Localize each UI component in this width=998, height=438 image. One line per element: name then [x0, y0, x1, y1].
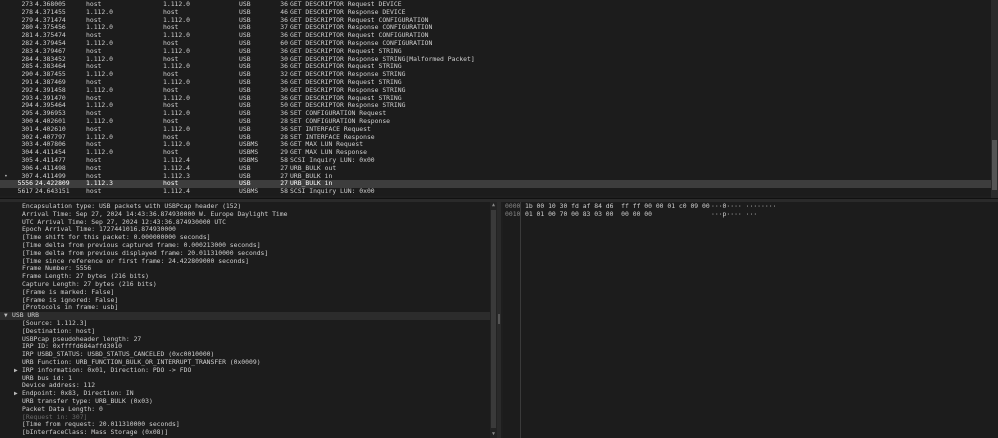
packet-row[interactable]: 305 4.411477 host 1.112.4 USBMS 58 SCSI Inquir… — [0, 156, 991, 165]
packet-row[interactable]: 281 4.375474 host 1.112.0 USB 36 GET DESCRIPTO… — [0, 31, 991, 40]
packet-row[interactable]: 278 4.371455 1.112.0 host USB 46 GET DESCRIPTO… — [0, 8, 991, 17]
packet-details-scrollbar-thumb[interactable] — [491, 210, 496, 428]
packet-row[interactable]: 282 4.379454 1.112.0 host USB 60 GET DESCRIPTO… — [0, 39, 991, 48]
scroll-up-icon[interactable]: ▲ — [490, 202, 497, 209]
expand-arrow-icon[interactable]: ▶ — [14, 367, 18, 375]
packet-destination: 1.112.4 — [163, 187, 190, 196]
packet-details-tree[interactable]: Encapsulation type: USB packets with USB… — [0, 202, 490, 438]
packet-row[interactable]: 5617 24.643151 host 1.112.4 USBMS 58 SCSI Inqu… — [0, 187, 991, 196]
packet-row[interactable]: 300 4.402601 1.112.0 host USB 28 SET CONFIGURA… — [0, 117, 991, 126]
packet-length: 58 — [280, 187, 288, 196]
tree-field[interactable]: ▶ IRP information: 0x01, Direction: PDO -… — [0, 366, 490, 375]
packet-list-scrollbar-thumb[interactable] — [992, 140, 997, 190]
packet-row[interactable]: 293 4.391470 host 1.112.0 USB 36 GET DESCRIPTO… — [0, 94, 991, 103]
packet-protocol: USBMS — [239, 187, 259, 196]
packet-row-selected[interactable]: 5556 24.422809 1.112.3 host USB 27 URB_BULK in — [0, 180, 991, 189]
expand-arrow-icon[interactable]: ▶ — [14, 390, 18, 398]
packet-list[interactable]: 273 4.368005 host 1.112.0 USB 36 GET DESCRIPTO… — [0, 0, 991, 196]
scroll-down-icon[interactable]: ▼ — [490, 431, 497, 438]
tree-field-text: [bInterfaceClass: Mass Storage (0x08)] — [22, 428, 169, 437]
packet-row[interactable]: 285 4.383464 host 1.112.0 USB 36 GET DESCRIPTO… — [0, 63, 991, 71]
packet-row[interactable]: 284 4.383452 1.112.0 host USB 30 GET DESCRIPTO… — [0, 55, 991, 64]
packet-row[interactable]: 273 4.368005 host 1.112.0 USB 36 GET DESCRIPTO… — [0, 0, 991, 9]
packet-row[interactable]: • 307 4.411499 host 1.112.3 USB 27 URB_BULK in — [0, 172, 991, 181]
packet-source: host — [86, 187, 102, 196]
packet-row[interactable]: 280 4.375456 1.112.0 host USB 37 GET DESCRIPTO… — [0, 24, 991, 32]
hex-offset: 0010 — [505, 209, 521, 218]
packet-bytes-pane[interactable]: 0000 1b 00 10 30 fd af 84 d6 ff ff 00 00 … — [503, 202, 998, 438]
pane-splitter-vertical[interactable] — [497, 202, 501, 438]
packet-row[interactable]: 303 4.407806 host 1.112.0 USBMS 36 GET MAX LUN… — [0, 141, 991, 149]
offset-divider — [520, 202, 521, 438]
packet-row[interactable]: 306 4.411498 host 1.112.4 USB 27 URB_BULK out — [0, 164, 991, 173]
packet-details-scrollbar[interactable]: ▲ ▼ — [490, 202, 497, 438]
packet-row[interactable]: 301 4.402610 host 1.112.0 USB 36 SET INTERFACE… — [0, 125, 991, 134]
packet-row[interactable]: 295 4.396953 host 1.112.0 USB 36 SET CONFIGURA… — [0, 109, 991, 118]
packet-row[interactable]: 283 4.379467 host 1.112.0 USB 36 GET DESCRIPTO… — [0, 47, 991, 56]
packet-row[interactable]: 279 4.371474 host 1.112.0 USB 36 GET DESCRIPTO… — [0, 16, 991, 25]
packet-info: SCSI Inquiry LUN: 0x00 — [290, 187, 375, 196]
packet-row[interactable]: 290 4.387455 1.112.0 host USB 32 GET DESCRIPTO… — [0, 70, 991, 79]
packet-row[interactable]: 291 4.387469 host 1.112.0 USB 36 GET DESCRIPTO… — [0, 78, 991, 87]
packet-row[interactable]: 304 4.411454 1.112.0 host USBMS 29 GET MAX LUN… — [0, 148, 991, 157]
hex-row[interactable]: 0010 01 01 00 70 00 83 03 00 00 00 00 ···p… — [503, 209, 983, 219]
splitter-grip-icon[interactable] — [498, 314, 500, 324]
collapse-arrow-icon[interactable]: ▼ — [4, 312, 8, 320]
tree-field[interactable]: [bInterfaceClass: Mass Storage (0x08)] — [0, 428, 490, 437]
packet-row[interactable]: 294 4.395464 1.112.0 host USB 50 GET DESCRIPTO… — [0, 102, 991, 110]
hex-bytes[interactable]: 01 01 00 70 00 83 03 00 00 00 00 — [525, 210, 652, 219]
packet-time: 24.643151 — [35, 187, 70, 196]
packet-row[interactable]: 292 4.391458 1.112.0 host USB 30 GET DESCRIPTO… — [0, 86, 991, 95]
packet-number: 5617 — [17, 187, 33, 196]
packet-row[interactable]: 302 4.407797 1.112.0 host USB 28 SET INTERFACE… — [0, 133, 991, 142]
packet-list-scrollbar[interactable] — [991, 0, 998, 198]
ascii-bytes[interactable]: ···p···· ··· — [711, 210, 757, 219]
tree-field[interactable]: [Protocols in frame: usb] — [0, 304, 490, 312]
